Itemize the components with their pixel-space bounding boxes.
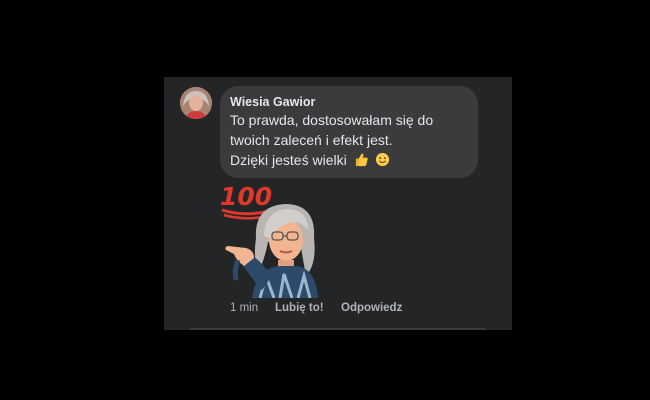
comment-text-line-2: twoich zaleceń i efekt jest. [230,132,393,148]
comment-text-line-1: To prawda, dostosowałam się do [230,112,434,128]
comment-panel: Wiesia Gawior To prawda, dostosowałam si… [164,77,512,330]
hundred-badge-text: 100 [220,182,272,211]
comment-text-line-3: Dzięki jesteś wielki [230,152,390,170]
avatar[interactable] [180,87,212,119]
comment-text-line-3-text: Dzięki jesteś wielki [230,152,347,168]
next-comment-edge [190,328,486,330]
thumbs-up-icon [354,152,369,170]
smiley-face-icon [375,152,390,170]
comment-timestamp[interactable]: 1 min [230,302,258,314]
comment-author[interactable]: Wiesia Gawior [230,95,315,109]
comment-bubble: Wiesia Gawior To prawda, dostosowałam si… [220,86,478,178]
like-link[interactable]: Lubię to! [275,302,324,314]
memoji-sticker[interactable]: 100 [220,180,330,299]
reply-link[interactable]: Odpowiedz [341,302,402,314]
